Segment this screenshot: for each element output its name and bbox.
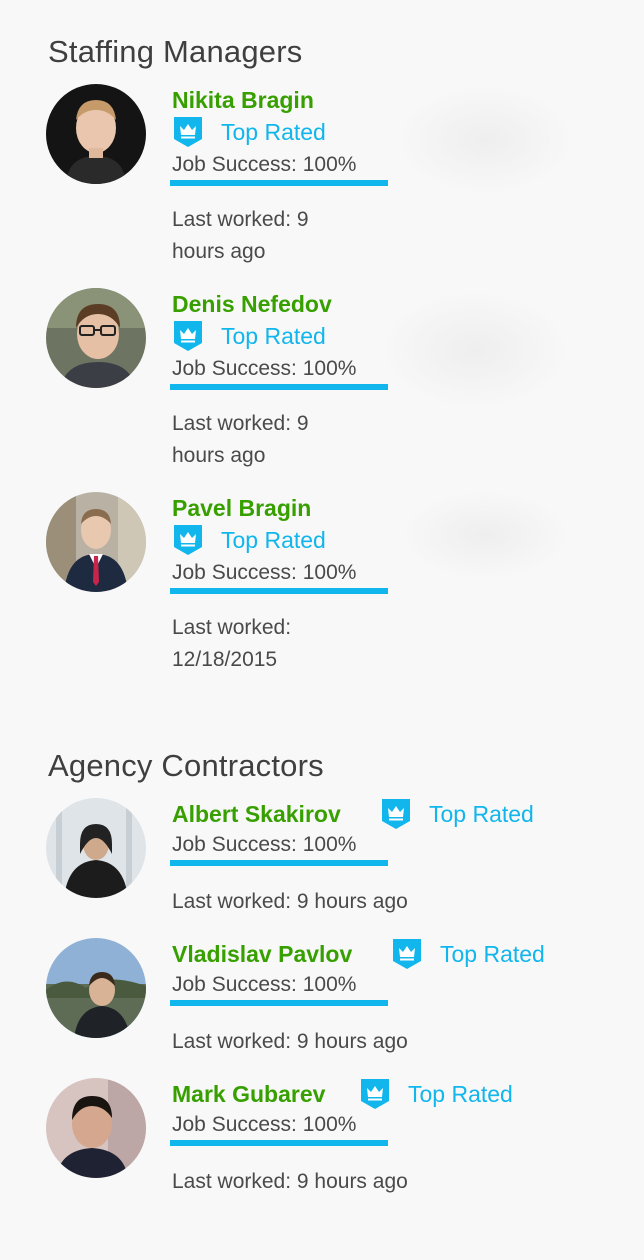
job-success-bar <box>170 1000 388 1006</box>
top-rated-badge: Top Rated <box>173 116 326 148</box>
avatar[interactable] <box>46 492 146 592</box>
job-success-text: Job Success: 100% <box>172 561 357 584</box>
job-success-text: Job Success: 100% <box>172 153 357 176</box>
last-worked-text: Last worked: 9 hours ago <box>172 1030 408 1053</box>
top-rated-crown-badge-icon <box>174 117 202 147</box>
avatar[interactable] <box>46 798 146 898</box>
avatar[interactable] <box>46 1078 146 1178</box>
top-rated-badge: Top Rated <box>173 320 326 352</box>
job-success-bar <box>170 384 388 390</box>
section-title-agency-contractors: Agency Contractors <box>48 748 324 783</box>
top-rated-crown-badge-icon <box>174 321 202 351</box>
profile-name-link[interactable]: Denis Nefedov <box>172 290 332 318</box>
top-rated-crown-badge-icon <box>174 525 202 555</box>
profile-name-link[interactable]: Pavel Bragin <box>172 494 311 522</box>
top-rated-label: Top Rated <box>221 527 326 553</box>
section-title-staffing-managers: Staffing Managers <box>48 34 303 69</box>
avatar[interactable] <box>46 288 146 388</box>
top-rated-label: Top Rated <box>408 1081 513 1107</box>
top-rated-badge: Top Rated <box>173 524 326 556</box>
avatar[interactable] <box>46 938 146 1038</box>
top-rated-label: Top Rated <box>429 801 534 827</box>
last-worked-text: Last worked: 12/18/2015 <box>172 616 292 671</box>
top-rated-label: Top Rated <box>440 941 545 967</box>
background-blur-decoration <box>395 85 575 195</box>
top-rated-crown-badge-icon <box>393 939 421 969</box>
job-success-text: Job Success: 100% <box>172 357 357 380</box>
job-success-bar <box>170 1140 388 1146</box>
last-worked-text: Last worked: 9 hours ago <box>172 208 309 263</box>
last-worked-text: Last worked: 9 hours ago <box>172 412 309 467</box>
top-rated-crown-badge-icon <box>382 799 410 829</box>
profile-name-link[interactable]: Mark Gubarev <box>172 1080 325 1108</box>
background-blur-decoration <box>400 490 570 580</box>
job-success-bar <box>170 180 388 186</box>
background-blur-decoration <box>380 290 570 410</box>
top-rated-label: Top Rated <box>221 119 326 145</box>
top-rated-label: Top Rated <box>221 323 326 349</box>
last-worked-text: Last worked: 9 hours ago <box>172 890 408 913</box>
job-success-text: Job Success: 100% <box>172 973 357 996</box>
profile-name-link[interactable]: Nikita Bragin <box>172 86 314 114</box>
top-rated-badge: Top Rated <box>360 1078 513 1110</box>
top-rated-crown-badge-icon <box>361 1079 389 1109</box>
top-rated-badge: Top Rated <box>381 798 534 830</box>
profile-name-link[interactable]: Vladislav Pavlov <box>172 940 352 968</box>
top-rated-badge: Top Rated <box>392 938 545 970</box>
job-success-text: Job Success: 100% <box>172 1113 357 1136</box>
last-worked-text: Last worked: 9 hours ago <box>172 1170 408 1193</box>
profile-name-link[interactable]: Albert Skakirov <box>172 800 341 828</box>
job-success-bar <box>170 860 388 866</box>
job-success-text: Job Success: 100% <box>172 833 357 856</box>
job-success-bar <box>170 588 388 594</box>
avatar[interactable] <box>46 84 146 184</box>
